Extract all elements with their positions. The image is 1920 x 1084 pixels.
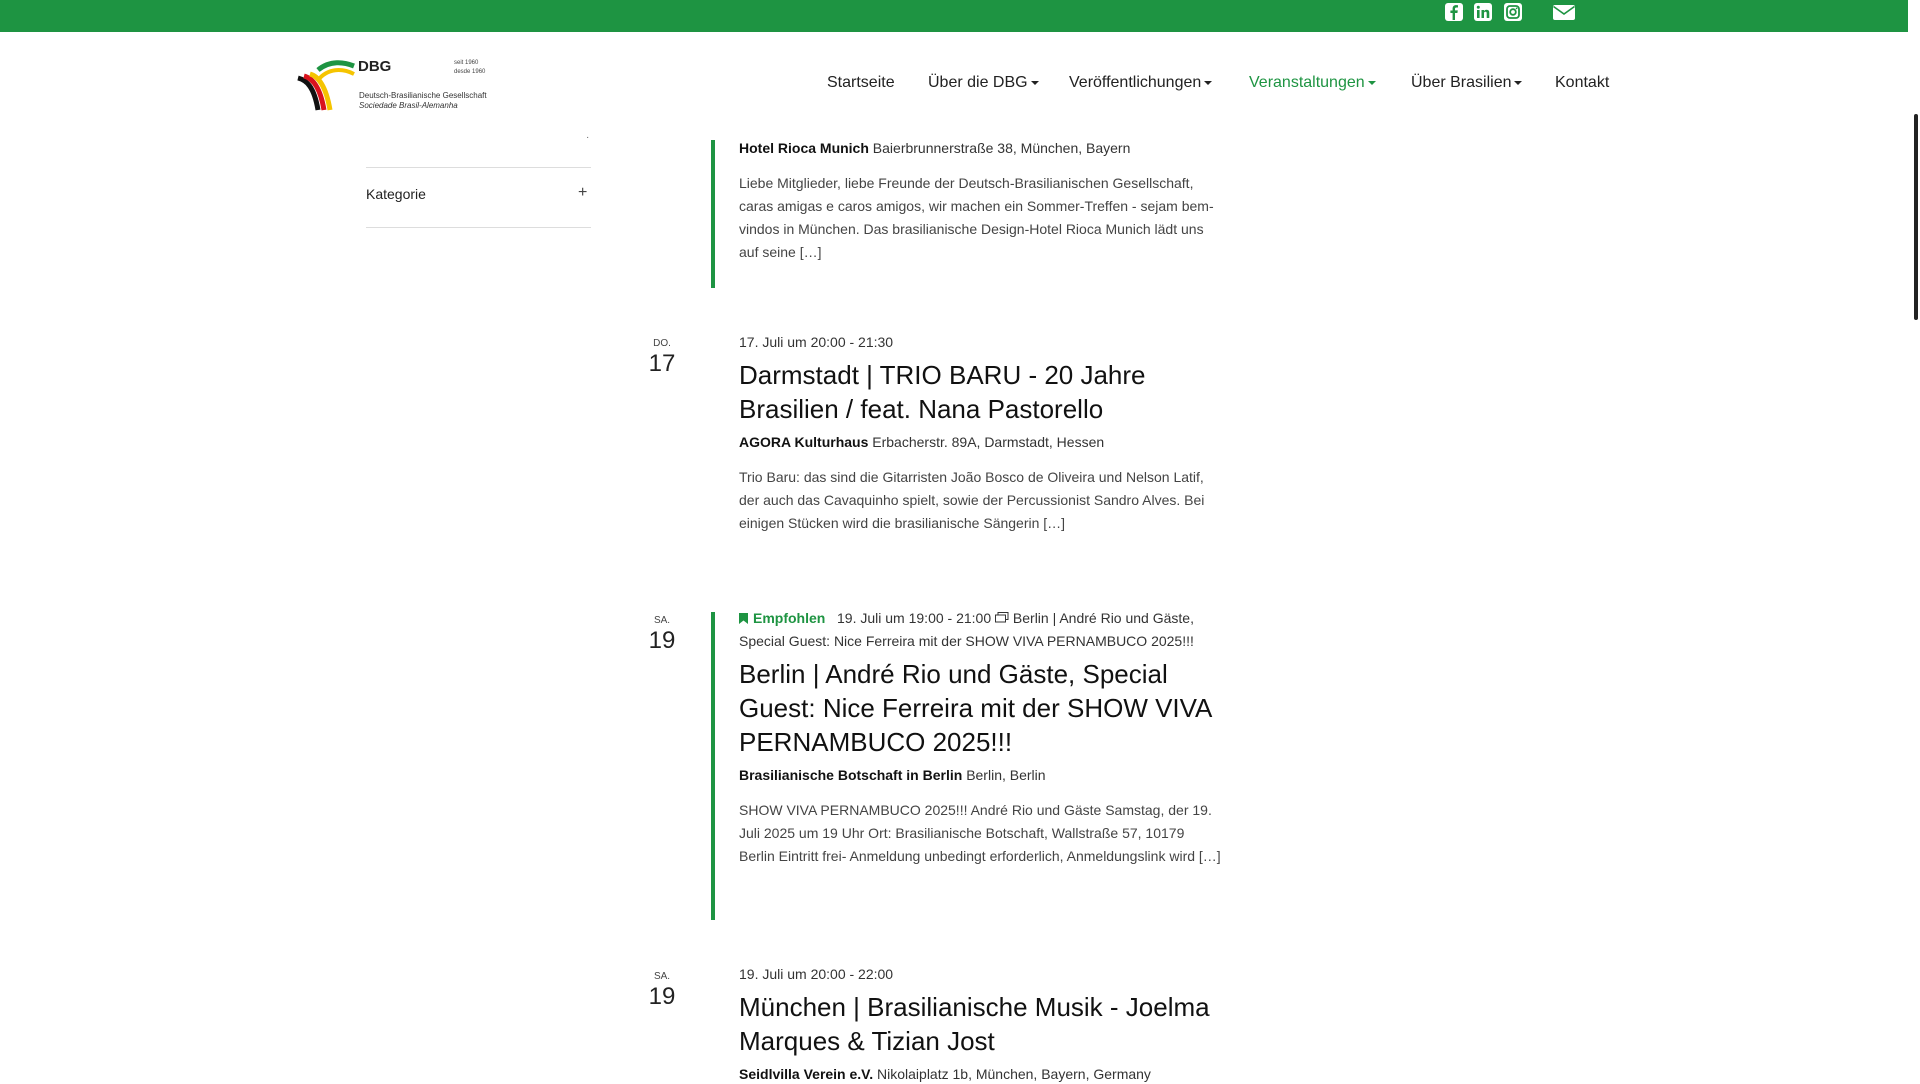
nav-ueber-die-dbg[interactable]: Über die DBG — [928, 74, 1039, 92]
event-day-name: DO. — [653, 338, 671, 349]
venue-address: Baierbrunnerstraße 38, München, Bayern — [872, 140, 1131, 156]
event-day-number: 19 — [648, 627, 676, 654]
sidebar-divider — [366, 227, 591, 228]
nav-veranstaltungen[interactable]: Veranstaltungen — [1249, 74, 1376, 92]
event-day-number: 17 — [648, 350, 676, 377]
filter-kategorie-label[interactable]: Kategorie — [366, 186, 426, 202]
facebook-icon[interactable] — [1444, 1, 1464, 23]
sidebar-divider — [366, 167, 591, 168]
featured-label: Empfohlen — [753, 610, 826, 626]
event-day-number: 19 — [648, 983, 676, 1010]
featured-badge: Empfohlen — [739, 610, 825, 626]
nav-veroeffentlichungen[interactable]: Veröffentlichungen — [1069, 74, 1213, 92]
description-text: Trio Baru: das sind die Gitarristen João… — [739, 469, 1205, 531]
venue-address: Erbacherstr. 89A, Darmstadt, Hessen — [872, 434, 1105, 450]
read-more-link[interactable]: […] — [800, 244, 822, 260]
bookmark-icon — [739, 613, 748, 624]
event-venue: Hotel Rioca Munich Baierbrunnerstraße 38… — [739, 138, 1223, 158]
event-item: 19. Juli um 20:00 - 22:00 München | Bras… — [739, 963, 1223, 1084]
description-text: SHOW VIVA PERNAMBUCO 2025!!! André Rio u… — [739, 802, 1212, 864]
event-venue: Seidlvilla Verein e.V. Nikolaiplatz 1b, … — [739, 1064, 1223, 1084]
venue-address: Berlin, Berlin — [966, 767, 1046, 783]
mail-icon[interactable] — [1552, 1, 1576, 23]
linkedin-icon[interactable] — [1473, 1, 1493, 23]
chevron-down-icon — [1204, 80, 1213, 85]
logo-since: seit 1960 desde 1960 — [454, 59, 485, 77]
nav-label: Über Brasilien — [1411, 74, 1512, 91]
event-datetime: 19. Juli um 19:00 - 21:00 — [837, 610, 992, 626]
event-title-link[interactable]: Darmstadt | TRIO BARU - 20 Jahre Brasili… — [739, 358, 1223, 426]
nav-label: Veröffentlichungen — [1069, 74, 1202, 91]
venue-name: Brasilianische Botschaft in Berlin — [739, 767, 963, 783]
nav-ueber-brasilien[interactable]: Über Brasilien — [1411, 74, 1523, 92]
venue-name: Hotel Rioca Munich — [739, 140, 869, 156]
event-item: Hotel Rioca Munich Baierbrunnerstraße 38… — [739, 138, 1223, 264]
event-title-link[interactable]: München | Brasilianische Musik - Joelma … — [739, 990, 1223, 1058]
featured-accent-bar — [711, 140, 715, 288]
event-description: Liebe Mitglieder, liebe Freunde der Deut… — [739, 172, 1223, 264]
top-bar — [0, 0, 1908, 32]
nav-label: Über die DBG — [928, 74, 1028, 91]
venue-name: AGORA Kulturhaus — [739, 434, 869, 450]
event-datetime: 17. Juli um 20:00 - 21:30 — [739, 334, 894, 350]
featured-accent-bar — [711, 612, 715, 920]
event-description: Trio Baru: das sind die Gitarristen João… — [739, 466, 1223, 535]
event-datetime: 19. Juli um 20:00 - 22:00 — [739, 966, 894, 982]
logo-mark — [297, 60, 355, 111]
series-icon — [995, 612, 1009, 623]
chevron-down-icon — [1030, 80, 1039, 85]
logo-since-de: seit 1960 — [454, 60, 479, 66]
event-meta: Empfohlen 19. Juli um 19:00 - 21:00 Berl… — [739, 607, 1223, 653]
nav-startseite[interactable]: Startseite — [827, 74, 895, 92]
plus-icon[interactable]: + — [578, 184, 587, 202]
chevron-down-icon — [1514, 80, 1523, 85]
nav-kontakt[interactable]: Kontakt — [1555, 74, 1609, 92]
event-description: SHOW VIVA PERNAMBUCO 2025!!! André Rio u… — [739, 799, 1223, 868]
event-venue: AGORA Kulturhaus Erbacherstr. 89A, Darms… — [739, 432, 1223, 452]
event-day-name: SA. — [653, 615, 671, 626]
event-item: 17. Juli um 20:00 - 21:30 Darmstadt | TR… — [739, 331, 1223, 535]
nav-label: Veranstaltungen — [1249, 74, 1365, 91]
read-more-link[interactable]: […] — [1043, 515, 1065, 531]
chevron-down-icon — [1367, 80, 1376, 85]
logo-since-pt: desde 1960 — [454, 69, 486, 75]
scrollbar-thumb[interactable] — [1914, 114, 1918, 320]
logo-wordmark: DBG — [358, 58, 392, 75]
site-logo[interactable]: DBG seit 1960 desde 1960 Deutsch-Brasili… — [296, 58, 496, 116]
logo-name-de: Deutsch-Brasilianische Gesellschaft — [359, 91, 487, 100]
instagram-icon[interactable] — [1503, 1, 1523, 23]
event-title-link[interactable]: Berlin | André Rio und Gäste, Special Gu… — [739, 657, 1223, 759]
nav-label: Startseite — [827, 74, 895, 91]
logo-name-pt: Sociedade Brasil-Alemanha — [359, 101, 458, 110]
event-day-name: SA. — [653, 971, 671, 982]
event-item-featured: Empfohlen 19. Juli um 19:00 - 21:00 Berl… — [739, 607, 1223, 868]
nav-label: Kontakt — [1555, 74, 1610, 91]
event-venue: Brasilianische Botschaft in Berlin Berli… — [739, 765, 1223, 785]
read-more-link[interactable]: […] — [1199, 848, 1221, 864]
filter-toggle-mark: · — [586, 132, 590, 143]
